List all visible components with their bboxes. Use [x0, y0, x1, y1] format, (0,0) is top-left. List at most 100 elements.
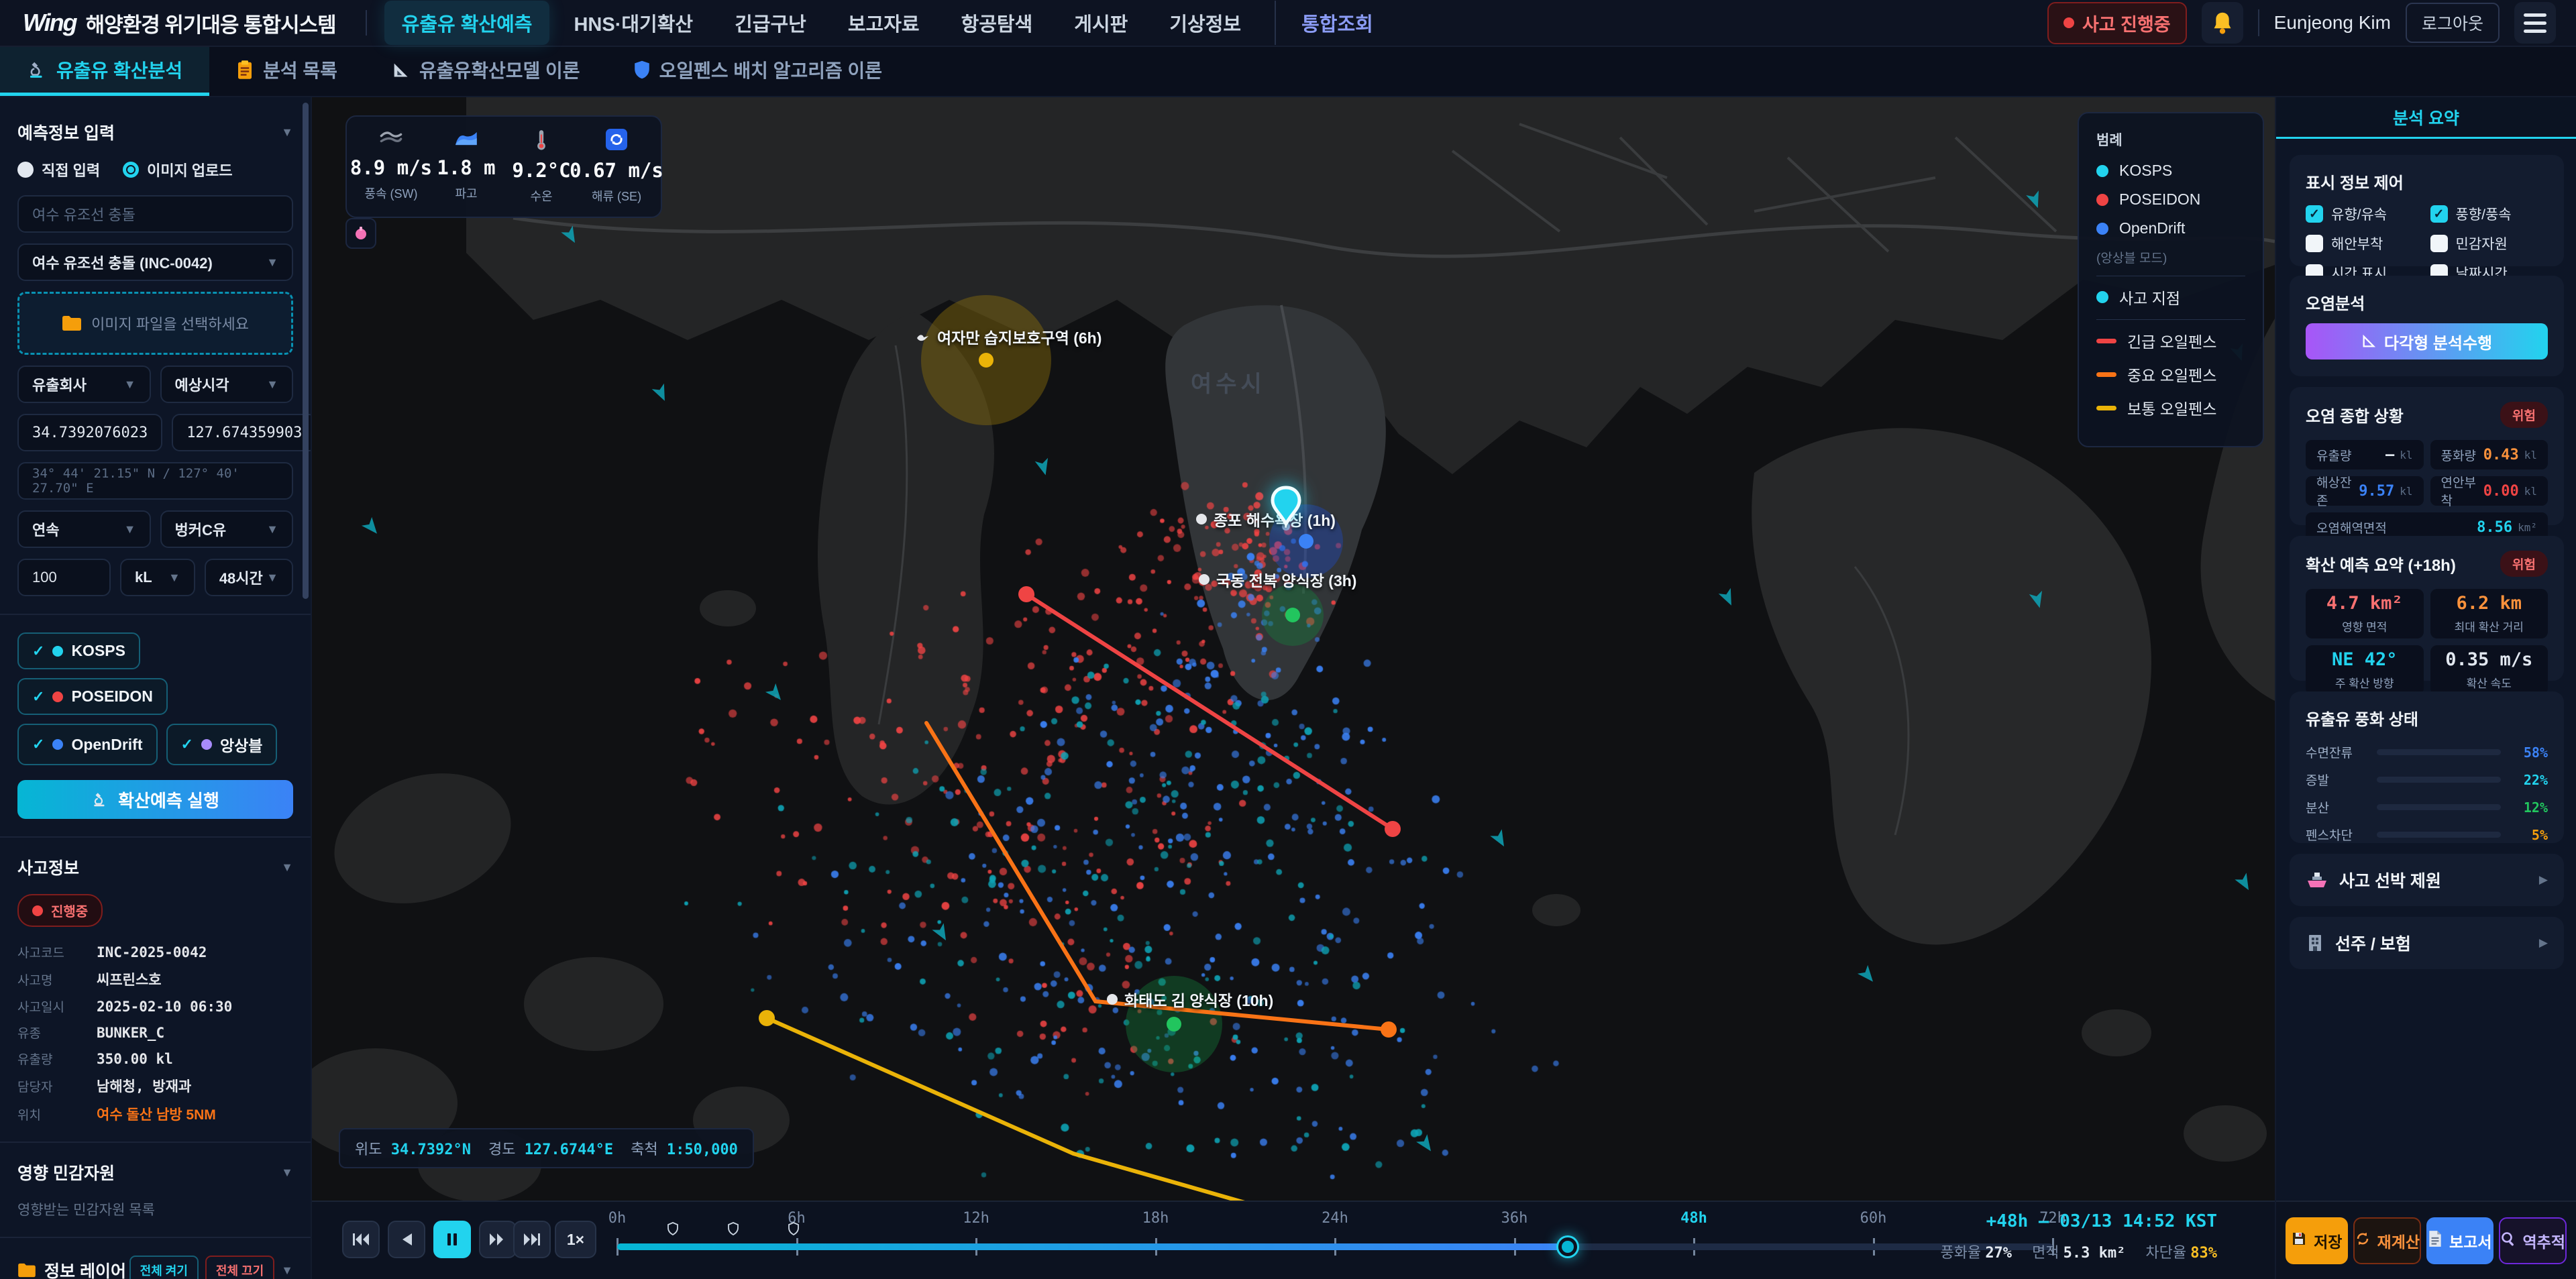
option-label: 풍향/풍속 [2456, 204, 2512, 224]
boom-deploy-marker[interactable] [667, 1222, 678, 1239]
bar-label: 증발 [2306, 771, 2367, 789]
fence-endpoint[interactable] [1018, 586, 1034, 602]
incident-select[interactable]: 여수 유조선 충돌 (INC-0042) ▼ [17, 243, 293, 281]
wave-icon [454, 129, 478, 151]
layers-all-on-button[interactable]: 전체 켜기 [129, 1256, 199, 1279]
owner-insurance-section[interactable]: 선주 / 보험 ▶ [2290, 917, 2564, 969]
stat-label: 오염해역면적 [2316, 518, 2387, 537]
oil-fence-line[interactable] [1026, 594, 1393, 829]
tab-유출유 확산분석[interactable]: 유출유 확산분석 [0, 47, 209, 96]
step-back-button[interactable] [388, 1221, 425, 1258]
boom-deploy-marker[interactable] [728, 1222, 739, 1239]
저장-button[interactable]: 저장 [2286, 1217, 2348, 1264]
latitude-input[interactable]: 34.7392076023 [17, 414, 162, 451]
fence-endpoint[interactable] [759, 1010, 775, 1026]
fence-endpoint[interactable] [1385, 821, 1401, 837]
image-upload-dropzone[interactable]: 이미지 파일을 선택하세요 [17, 292, 293, 355]
option-풍향/풍속[interactable]: ✓풍향/풍속 [2430, 204, 2548, 224]
nav-item-기상정보[interactable]: 기상정보 [1152, 1, 1258, 45]
nav-item-긴급구난[interactable]: 긴급구난 [717, 1, 824, 45]
layers-all-off-button[interactable]: 전체 끄기 [205, 1256, 274, 1279]
vessel-spec-section[interactable]: 사고 선박 제원 ▶ [2290, 854, 2564, 906]
model-chip-KOSPS[interactable]: ✓KOSPS [17, 632, 140, 669]
menu-button[interactable] [2514, 2, 2556, 44]
map-marker-국동 전복 양식장 (3h)[interactable]: 국동 전복 양식장 (3h) [1199, 568, 1356, 591]
tab-유출유확산모델 이론[interactable]: 유출유확산모델 이론 [364, 47, 607, 96]
incident-field-value: 2025-02-10 06:30 [97, 999, 232, 1015]
nav-item-게시판[interactable]: 게시판 [1057, 1, 1145, 45]
model-chip-앙상블[interactable]: ✓앙상블 [166, 724, 278, 765]
impact-section-header[interactable]: 영향 민감자원 ▼ [17, 1160, 293, 1184]
notifications-button[interactable] [2202, 2, 2243, 44]
lat-label: 위도 [355, 1142, 382, 1158]
nav-item-보고자료[interactable]: 보고자료 [830, 1, 937, 45]
skip-start-button[interactable] [342, 1221, 380, 1258]
radio-selected-icon [123, 162, 139, 178]
map-canvas[interactable]: 여수시 여자만 습지보호구역 (6h)종포 해수욕장 (1h)국동 전복 양식장… [312, 97, 2275, 1201]
analysis-summary-tab[interactable]: 분석 요약 [2276, 97, 2576, 139]
nav-item-유출유 확산예측[interactable]: 유출유 확산예측 [384, 1, 550, 45]
playback-speed-button[interactable]: 1× [555, 1221, 596, 1258]
oil-fence-line[interactable] [767, 1018, 1426, 1201]
radio-direct-input[interactable]: 직접 입력 [17, 159, 100, 180]
forecast-label: 주 확산 방향 [2335, 674, 2394, 691]
map-marker-화태도 김 양식장 (10h)[interactable]: 화태도 김 양식장 (10h) [1107, 988, 1273, 1011]
oil-type-select[interactable]: 벙커C유 ▼ [160, 510, 294, 548]
skip-end-button[interactable] [513, 1221, 551, 1258]
boom-deploy-marker[interactable] [788, 1222, 799, 1239]
check-icon: ✓ [181, 736, 193, 753]
unit-select[interactable]: kL ▼ [120, 559, 195, 596]
pause-button[interactable] [433, 1221, 471, 1258]
incident-title: 사고정보 [17, 855, 79, 879]
보고서-button[interactable]: 보고서 [2426, 1217, 2493, 1264]
weather-current: 0.67 m/s해류 (SE) [579, 129, 654, 205]
model-chip-POSEIDON[interactable]: ✓POSEIDON [17, 678, 168, 715]
incident-location-pin[interactable] [1267, 485, 1305, 533]
amount-input[interactable]: 100 [17, 559, 111, 596]
option-해안부착[interactable]: 해안부착 [2306, 233, 2424, 254]
map-marker-여자만 습지보호구역 (6h)[interactable]: 여자만 습지보호구역 (6h) [916, 325, 1102, 348]
run-prediction-button[interactable]: 확산예측 실행 [17, 780, 293, 819]
predict-section-header[interactable]: 예측정보 입력 ▼ [17, 120, 293, 144]
spill-mode-select[interactable]: 연속 ▼ [17, 510, 151, 548]
folder-icon [62, 315, 82, 331]
timeline-label-60h: 60h [1860, 1210, 1887, 1227]
fence-endpoint[interactable] [1381, 1021, 1397, 1038]
check-icon: ✓ [32, 736, 44, 753]
logout-button[interactable]: 로그아웃 [2406, 3, 2500, 43]
map-marker-종포 해수욕장 (1h)[interactable]: 종포 해수욕장 (1h) [1196, 508, 1336, 531]
model-chips: ✓KOSPS ✓POSEIDON ✓OpenDrift✓앙상블 [17, 632, 293, 765]
nav-item-항공탐색[interactable]: 항공탐색 [944, 1, 1051, 45]
option-민감자원[interactable]: 민감자원 [2430, 233, 2548, 254]
nav-item-통합조회[interactable]: 통합조회 [1275, 1, 1391, 45]
timeline-slider[interactable]: 0h6h12h18h24h36h48h60h72h [617, 1202, 2053, 1279]
model-chip-OpenDrift[interactable]: ✓OpenDrift [17, 724, 158, 765]
weathering-증발: 증발22% [2306, 771, 2548, 789]
option-유향/유속[interactable]: ✓유향/유속 [2306, 204, 2424, 224]
nav-item-HNS·대기확산[interactable]: HNS·대기확산 [556, 1, 710, 45]
radio-image-upload[interactable]: 이미지 업로드 [123, 159, 233, 180]
company-select[interactable]: 유출회사 ▼ [17, 366, 151, 403]
timeline-thumb[interactable] [1558, 1237, 1577, 1256]
역추적-button[interactable]: 역추적 [2499, 1217, 2567, 1264]
tab-분석 목록[interactable]: 분석 목록 [209, 47, 364, 96]
sidebar-scrollbar[interactable] [303, 103, 309, 599]
incident-active-badge[interactable]: 사고 진행중 [2047, 2, 2187, 44]
map-tool-button[interactable] [345, 218, 376, 249]
forecast-value: 4.7 km² [2326, 593, 2403, 614]
duration-select[interactable]: 48시간 ▼ [205, 559, 293, 596]
legend-incident-item: 사고 지점 [2096, 286, 2245, 309]
longitude-input[interactable]: 127.674359903 [172, 414, 312, 451]
재계산-button[interactable]: 재계산 [2353, 1217, 2421, 1264]
timeline-label-36h: 36h [1501, 1210, 1528, 1227]
timeline-bar: 1× 0h6h12h18h24h36h48h60h72h +48h — 03/1… [312, 1201, 2275, 1279]
incident-section-header[interactable]: 사고정보 ▼ [17, 855, 293, 879]
fast-forward-button[interactable] [479, 1221, 517, 1258]
checkbox-icon [2306, 235, 2323, 252]
incident-name-input[interactable]: 여수 유조선 충돌 [17, 195, 293, 233]
expected-time-select[interactable]: 예상시각 ▼ [160, 366, 294, 403]
polygon-analysis-button[interactable]: 다각형 분석수행 [2306, 323, 2548, 359]
tab-label: 유출유확산모델 이론 [419, 56, 580, 83]
forecast-주 확산 방향: NE 42°주 확산 방향 [2306, 645, 2424, 695]
tab-오일펜스 배치 알고리즘 이론[interactable]: 오일펜스 배치 알고리즘 이론 [607, 47, 909, 96]
